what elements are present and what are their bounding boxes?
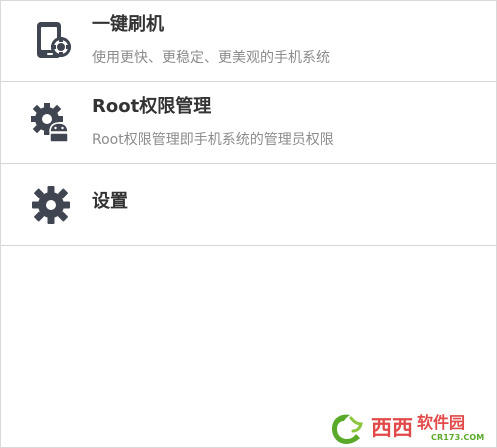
menu-item-one-click-flash[interactable]: 一键刷机 使用更快、更稳定、更美观的手机系统 bbox=[1, 1, 497, 82]
watermark-url: CR173.COM bbox=[431, 433, 485, 442]
menu-item-title: 设置 bbox=[92, 191, 128, 212]
menu-item-title: 一键刷机 bbox=[92, 14, 164, 35]
menu-item-settings[interactable]: 设置 bbox=[1, 164, 497, 246]
menu-item-root-permission[interactable]: Root权限管理 Root权限管理即手机系统的管理员权限 bbox=[1, 82, 497, 164]
phone-flash-icon bbox=[30, 19, 72, 61]
android-gear-icon bbox=[30, 102, 72, 144]
svg-text:软件园: 软件园 bbox=[417, 413, 465, 432]
svg-text:西西: 西西 bbox=[371, 416, 413, 440]
menu-item-subtitle: Root权限管理即手机系统的管理员权限 bbox=[92, 132, 334, 148]
menu-item-subtitle: 使用更快、更稳定、更美观的手机系统 bbox=[92, 50, 330, 66]
app-page: 一键刷机 使用更快、更稳定、更美观的手机系统 Root权限管理 Root权限管理… bbox=[0, 0, 497, 448]
menu-list: 一键刷机 使用更快、更稳定、更美观的手机系统 Root权限管理 Root权限管理… bbox=[1, 1, 497, 246]
gear-icon bbox=[30, 184, 72, 226]
watermark-logo: 西西 软件园 CR173.COM bbox=[327, 411, 495, 445]
menu-item-title: Root权限管理 bbox=[92, 96, 212, 117]
